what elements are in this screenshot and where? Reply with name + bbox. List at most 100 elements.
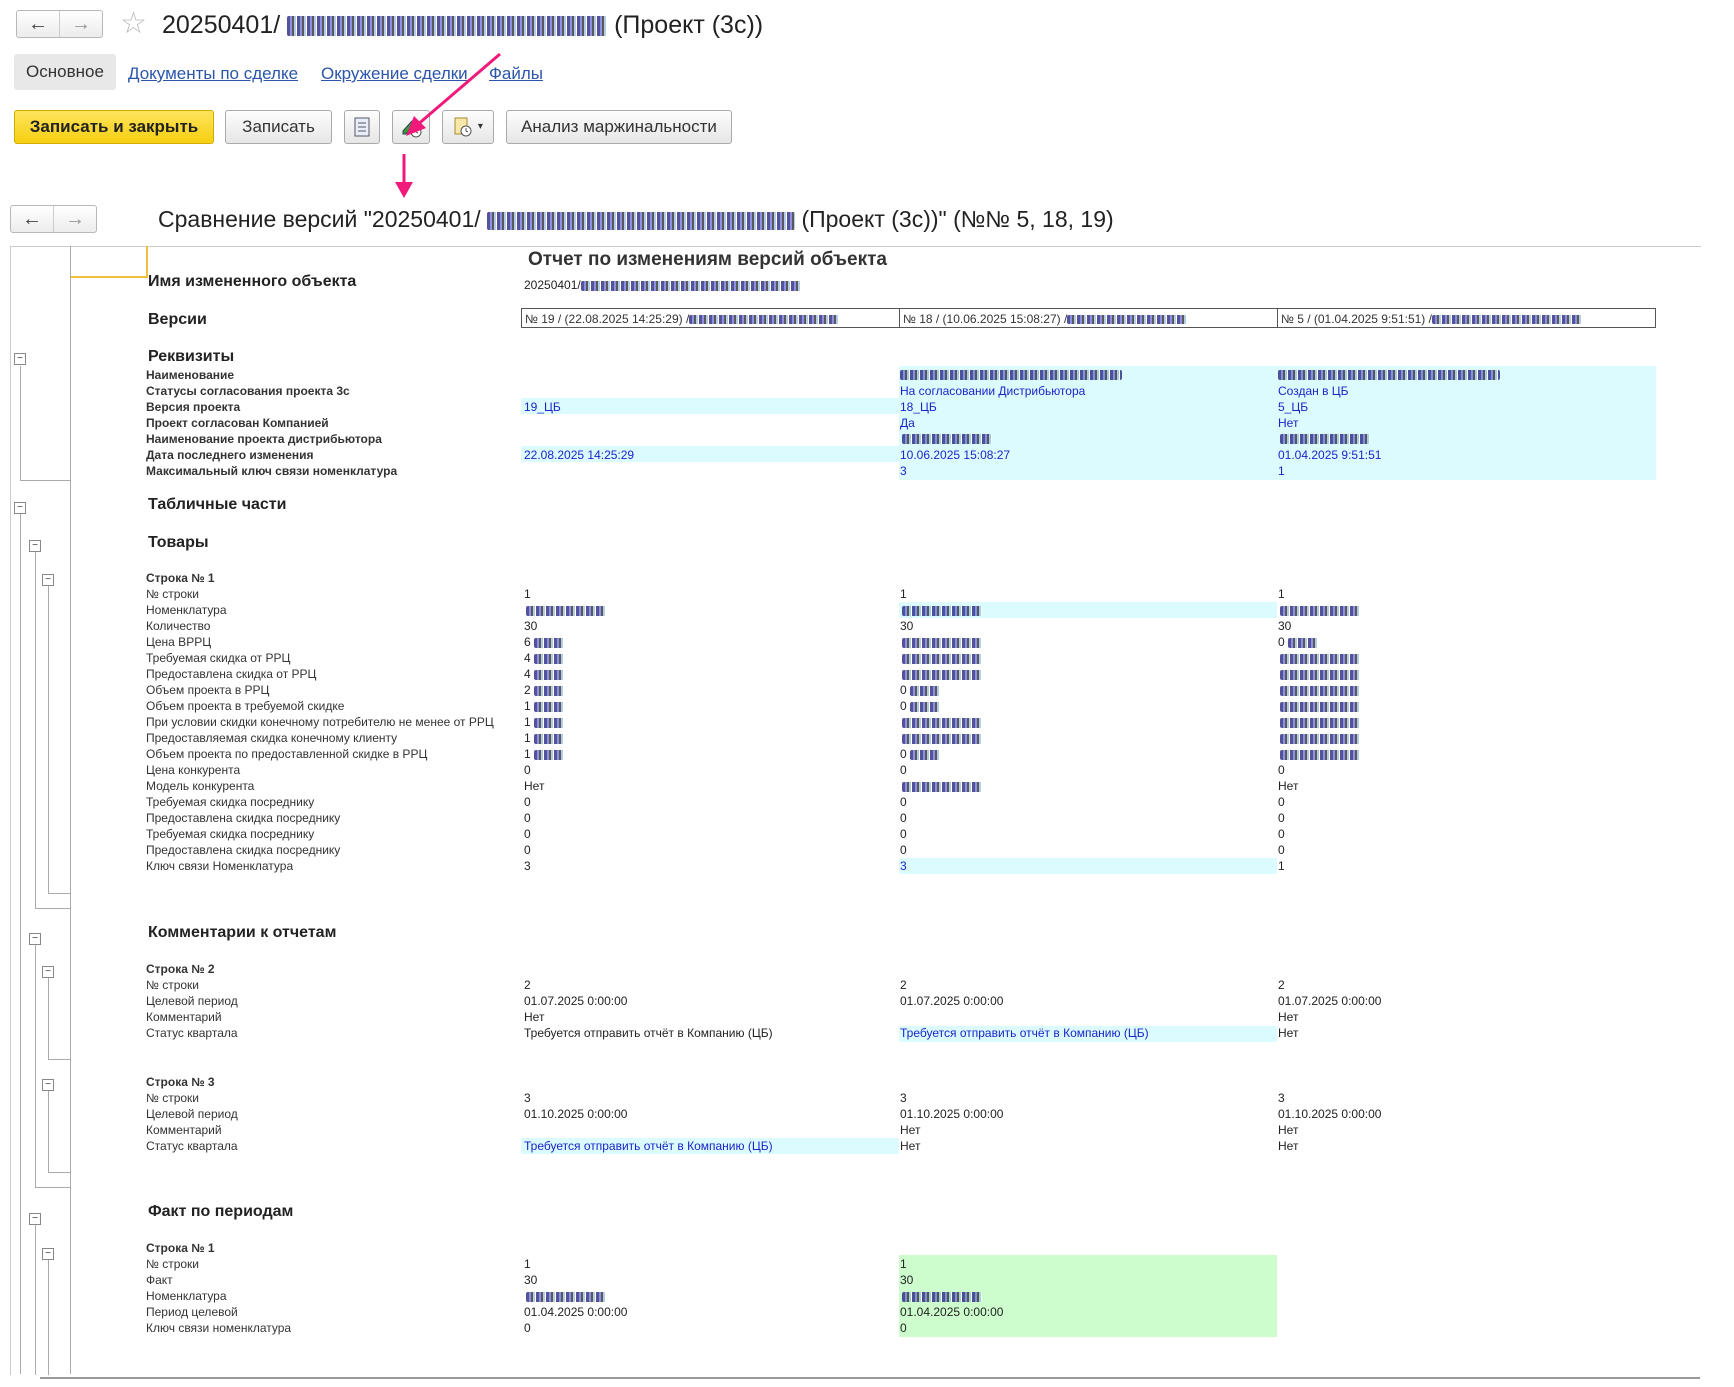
document-list-button[interactable] (344, 110, 380, 144)
save-and-close-button[interactable]: Записать и закрыть (14, 110, 214, 144)
field-value: 1 (1278, 464, 1285, 478)
field-value: 0 (900, 683, 907, 697)
redacted-text (1280, 718, 1360, 728)
object-name-value: 20250401/ (524, 278, 801, 292)
field-value: 1 (524, 747, 531, 761)
annotation-arrow-down-icon (395, 154, 413, 198)
field-value: 0 (1278, 827, 1285, 841)
compare-title-prefix: Сравнение версий "20250401/ (158, 206, 481, 232)
field-value: Нет (900, 1123, 921, 1137)
field-value: 3 (900, 1091, 907, 1105)
form-title-prefix: 20250401/ (162, 11, 281, 39)
group-bracket-line (35, 1225, 36, 1375)
redacted-text (1280, 702, 1360, 712)
field-value: 01.07.2025 0:00:00 (524, 994, 628, 1008)
field-value: Требуется отправить отчёт в Компанию (ЦБ… (524, 1139, 773, 1153)
field-label: При условии скидки конечному потребителю… (146, 715, 494, 729)
field-label: Целевой период (146, 994, 238, 1008)
report-scrollbar[interactable] (40, 1377, 1700, 1379)
object-name-label: Имя измененного объекта (148, 273, 357, 290)
collapse-toggle-icon[interactable]: − (42, 574, 54, 586)
form-nav-buttons: ← → (16, 10, 103, 38)
group-bracket-line (20, 514, 21, 1374)
field-value: 0 (900, 843, 907, 857)
favorite-star-icon[interactable]: ☆ (120, 9, 147, 39)
field-value: 1 (1278, 859, 1285, 873)
collapse-toggle-icon[interactable]: − (29, 540, 41, 552)
tab-main[interactable]: Основное (14, 54, 116, 90)
field-label: Комментарий (146, 1010, 222, 1024)
field-label: Предоставлена скидка посреднику (146, 843, 341, 857)
collapse-toggle-icon[interactable]: − (29, 933, 41, 945)
field-value: 1 (524, 731, 531, 745)
field-value: 18_ЦБ (900, 400, 937, 414)
field-value: 0 (524, 827, 531, 841)
field-value: 0 (1278, 635, 1285, 649)
redacted-text (900, 370, 1122, 380)
field-value: 0 (524, 1321, 531, 1335)
group-bracket-line (20, 480, 70, 481)
redacted-text (910, 686, 940, 696)
margin-analysis-button[interactable]: Анализ маржинальности (506, 110, 732, 144)
field-label: Наименование (146, 368, 235, 382)
collapse-toggle-icon[interactable]: − (14, 353, 26, 365)
collapse-toggle-icon[interactable]: − (29, 1213, 41, 1225)
field-value: 3 (524, 859, 531, 873)
field-value: 2 (524, 683, 531, 697)
field-value: Нет (1278, 1123, 1299, 1137)
collapse-toggle-icon[interactable]: − (14, 502, 26, 514)
field-value: 0 (1278, 811, 1285, 825)
collapse-toggle-icon[interactable]: − (42, 1248, 54, 1260)
redacted-text (487, 211, 796, 231)
group-bracket-line (48, 585, 49, 893)
active-cell-marker (70, 246, 148, 278)
row-title: Строка № 3 (146, 1075, 215, 1089)
redacted-text (534, 702, 564, 712)
field-value: 01.04.2025 9:51:51 (1278, 448, 1382, 462)
redacted-text (689, 315, 840, 325)
group-bracket-line (48, 893, 70, 894)
field-label: Объем проекта в РРЦ (146, 683, 270, 697)
field-value: 3 (900, 464, 907, 478)
field-value: 1 (524, 587, 531, 601)
save-button[interactable]: Записать (225, 110, 332, 144)
redacted-text (902, 718, 982, 728)
form-title-suffix: (Проект (3с)) (614, 11, 764, 39)
redacted-text (1280, 734, 1360, 744)
field-value: 1 (1278, 587, 1285, 601)
redacted-text (287, 16, 608, 37)
object-name-text: 20250401/ (524, 278, 581, 292)
back-arrow-icon[interactable]: ← (17, 11, 59, 37)
field-value: 0 (524, 763, 531, 777)
field-value: 10.06.2025 15:08:27 (900, 448, 1011, 462)
compare-forward-arrow-icon[interactable]: → (53, 206, 96, 232)
compare-back-arrow-icon[interactable]: ← (11, 206, 53, 232)
redacted-text (534, 654, 564, 664)
collapse-toggle-icon[interactable]: − (42, 1079, 54, 1091)
redacted-text (534, 638, 564, 648)
field-value: 1 (900, 1257, 907, 1271)
gutter-divider (70, 246, 71, 1374)
field-value: Нет (524, 1010, 545, 1024)
field-value: 3 (900, 859, 907, 873)
collapse-toggle-icon[interactable]: − (42, 966, 54, 978)
group-bracket-line (20, 366, 21, 480)
redacted-text (902, 638, 982, 648)
field-value: 0 (524, 795, 531, 809)
redacted-text (534, 670, 564, 680)
field-label: Количество (146, 619, 211, 633)
tab-deal-documents[interactable]: Документы по сделке (128, 64, 298, 84)
forward-arrow-icon[interactable]: → (59, 11, 102, 37)
redacted-text (526, 1292, 606, 1302)
redacted-text (910, 750, 940, 760)
compare-nav-buttons: ← → (10, 205, 97, 233)
field-value: 30 (524, 1273, 538, 1287)
goods-header: Товары (148, 534, 209, 551)
field-label: Целевой период (146, 1107, 238, 1121)
field-label: Комментарий (146, 1123, 222, 1137)
redacted-text (1280, 750, 1360, 760)
redacted-text (534, 686, 564, 696)
field-label: № строки (146, 1257, 200, 1271)
report-title: Отчет по изменениям версий объекта (528, 249, 887, 270)
field-value: 01.07.2025 0:00:00 (1278, 994, 1382, 1008)
